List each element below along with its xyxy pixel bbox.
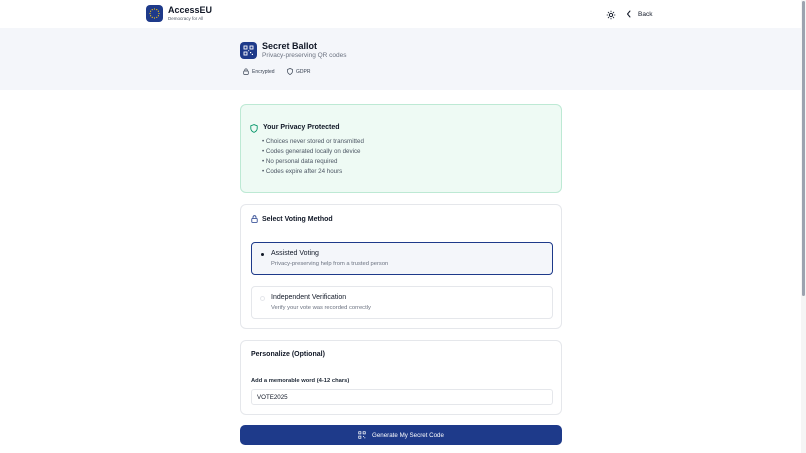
voting-method-card: Select Voting Method Assisted Voting Pri… [240, 204, 562, 329]
memorable-word-label: Add a memorable word (4-12 chars) [251, 378, 350, 384]
option-independent-verification[interactable]: Independent Verification Verify your vot… [251, 286, 553, 319]
list-item: • Codes expire after 24 hours [262, 168, 343, 175]
memorable-word-input[interactable] [251, 389, 553, 405]
back-label: Back [638, 10, 653, 18]
radio-unselected[interactable] [260, 296, 265, 301]
option-description: Privacy-preserving help from a trusted p… [271, 261, 389, 267]
voting-method-title: Select Voting Method [262, 215, 333, 223]
list-item: • No personal data required [262, 158, 338, 165]
page-title: Secret Ballot [262, 41, 318, 51]
shield-icon [287, 68, 293, 75]
eu-stars-icon[interactable] [146, 5, 163, 22]
shield-icon [250, 124, 258, 133]
gdpr-badge: GDPR [287, 67, 310, 76]
list-item: • Choices never stored or transmitted [262, 138, 364, 145]
badge-label: Encrypted [252, 68, 275, 75]
lock-icon [243, 68, 249, 75]
badge-label: GDPR [296, 68, 311, 75]
option-description: Verify your vote was recorded correctly [271, 305, 371, 311]
personalize-title: Personalize (Optional) [251, 351, 325, 358]
sun-icon [606, 10, 616, 20]
qr-code-icon [240, 42, 257, 59]
privacy-title: Your Privacy Protected [263, 124, 340, 131]
list-item: • Codes generated locally on device [262, 148, 361, 155]
chevron-left-icon [627, 10, 631, 18]
top-navigation: AccessEU Democracy for All Back [0, 0, 806, 28]
brand-name: AccessEU [168, 5, 213, 15]
option-assisted-voting[interactable]: Assisted Voting Privacy-preserving help … [251, 242, 553, 275]
theme-toggle-button[interactable] [605, 8, 617, 20]
qr-code-icon [358, 431, 366, 439]
voting-method-header: Select Voting Method [251, 215, 333, 223]
back-button[interactable]: Back [626, 8, 652, 20]
page-hero: Secret Ballot Privacy-preserving QR code… [0, 28, 806, 90]
option-title: Independent Verification [271, 294, 347, 301]
brand-tagline: Democracy for All [168, 16, 204, 21]
scrollbar-thumb[interactable] [802, 1, 805, 296]
generate-code-button[interactable]: Generate My Secret Code [240, 425, 562, 445]
option-title: Assisted Voting [271, 250, 319, 257]
radio-selected[interactable] [261, 253, 264, 256]
lock-icon [251, 215, 258, 223]
generate-button-label: Generate My Secret Code [372, 431, 444, 439]
page-subtitle: Privacy-preserving QR codes [262, 52, 347, 59]
privacy-list: • Choices never stored or transmitted • … [262, 137, 364, 177]
personalize-card: Personalize (Optional) Add a memorable w… [240, 340, 562, 415]
encrypted-badge: Encrypted [243, 67, 275, 76]
privacy-notice-card: Your Privacy Protected • Choices never s… [240, 104, 562, 193]
